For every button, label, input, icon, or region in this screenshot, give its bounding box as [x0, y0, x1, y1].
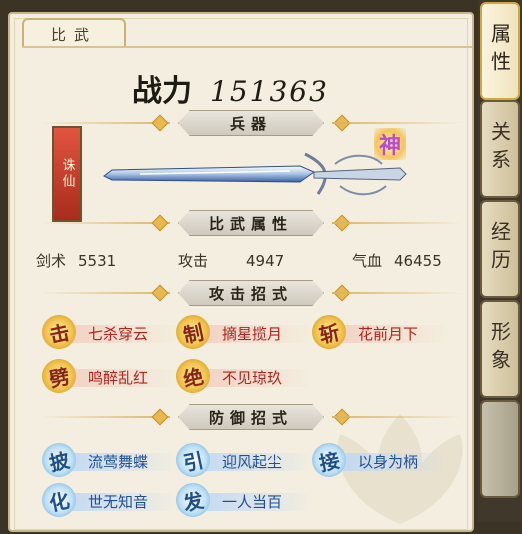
attribute-sword-skill: 剑术 5531: [36, 250, 116, 271]
weapon-name-badge[interactable]: 诛仙: [52, 126, 82, 222]
defense-skill-item[interactable]: 接 以身为柄: [308, 439, 448, 481]
defense-skills-section-header: 防御招式: [40, 404, 462, 430]
defense-skill-icon: 披: [38, 439, 80, 481]
attack-skill-item[interactable]: 斩 花前月下: [308, 311, 448, 353]
combat-power-value: 151363: [210, 75, 329, 108]
defense-skill-icon: 化: [38, 479, 80, 521]
defense-skill-item[interactable]: 化 世无知音: [38, 479, 178, 521]
attributes-section-header: 比武属性: [40, 210, 462, 236]
combat-power-label: 战力: [132, 74, 192, 109]
defense-skill-icon: 接: [308, 439, 350, 481]
attack-skill-item[interactable]: 劈 鸣醉乱红: [38, 355, 178, 397]
defense-skill-name: 世无知音: [88, 493, 149, 511]
side-tab-history[interactable]: 经历: [480, 200, 520, 298]
attribute-value: 5531: [78, 252, 117, 270]
header-divider: [22, 46, 472, 48]
sword-icon[interactable]: [100, 146, 410, 206]
attack-skill-name: 鸣醉乱红: [88, 369, 149, 387]
side-tab-relations[interactable]: 关系: [480, 100, 520, 198]
combat-power: 战力 151363: [132, 66, 329, 110]
attack-skill-name: 摘星揽月: [222, 325, 283, 343]
attack-skill-item[interactable]: 击 七杀穿云: [38, 311, 178, 353]
attributes-section-title: 比武属性: [178, 210, 324, 236]
attack-skill-name: 不见琼玖: [222, 369, 283, 387]
attack-skill-item[interactable]: 绝 不见琼玖: [172, 355, 312, 397]
attribute-attack: 攻击 4947: [178, 250, 284, 271]
weapon-section-title: 兵器: [178, 110, 324, 136]
defense-skill-name: 以身为柄: [358, 453, 419, 471]
side-tab-attributes[interactable]: 属性: [480, 2, 520, 100]
defense-skill-item[interactable]: 发 一人当百: [172, 479, 312, 521]
attack-skill-icon: 制: [172, 311, 214, 353]
defense-skill-item[interactable]: 引 迎风起尘: [172, 439, 312, 481]
defense-skill-name: 流莺舞蝶: [88, 453, 149, 471]
attack-skill-icon: 绝: [172, 355, 214, 397]
attack-skill-name: 七杀穿云: [88, 325, 149, 343]
defense-skill-item[interactable]: 披 流莺舞蝶: [38, 439, 178, 481]
attribute-hp: 气血 46455: [352, 250, 442, 271]
attack-skill-item[interactable]: 制 摘星揽月: [172, 311, 312, 353]
side-tab-extra[interactable]: [480, 400, 520, 498]
attribute-value: 4947: [246, 252, 285, 270]
side-tab-appearance[interactable]: 形象: [480, 300, 520, 398]
attack-skill-icon: 斩: [308, 311, 350, 353]
attribute-label: 剑术: [36, 252, 67, 270]
attribute-label: 攻击: [178, 252, 209, 270]
attack-skill-name: 花前月下: [358, 325, 419, 343]
character-screen: 比武 战力 151363 兵器 诛仙 神 比武属性 剑术 5531 攻击 494…: [0, 0, 522, 532]
side-tab-bar: 属性 关系 经历 形象: [478, 0, 522, 522]
attribute-label: 气血: [352, 252, 383, 270]
defense-skill-name: 一人当百: [222, 493, 283, 511]
defense-skill-name: 迎风起尘: [222, 453, 283, 471]
attack-skills-section-title: 攻击招式: [178, 280, 324, 306]
tab-bi-wu[interactable]: 比武: [22, 18, 126, 48]
defense-skills-section-title: 防御招式: [178, 404, 324, 430]
defense-skill-icon: 发: [172, 479, 214, 521]
attack-skills-section-header: 攻击招式: [40, 280, 462, 306]
attack-skill-icon: 劈: [38, 355, 80, 397]
attribute-value: 46455: [394, 252, 442, 270]
attack-skill-icon: 击: [38, 311, 80, 353]
defense-skill-icon: 引: [172, 439, 214, 481]
